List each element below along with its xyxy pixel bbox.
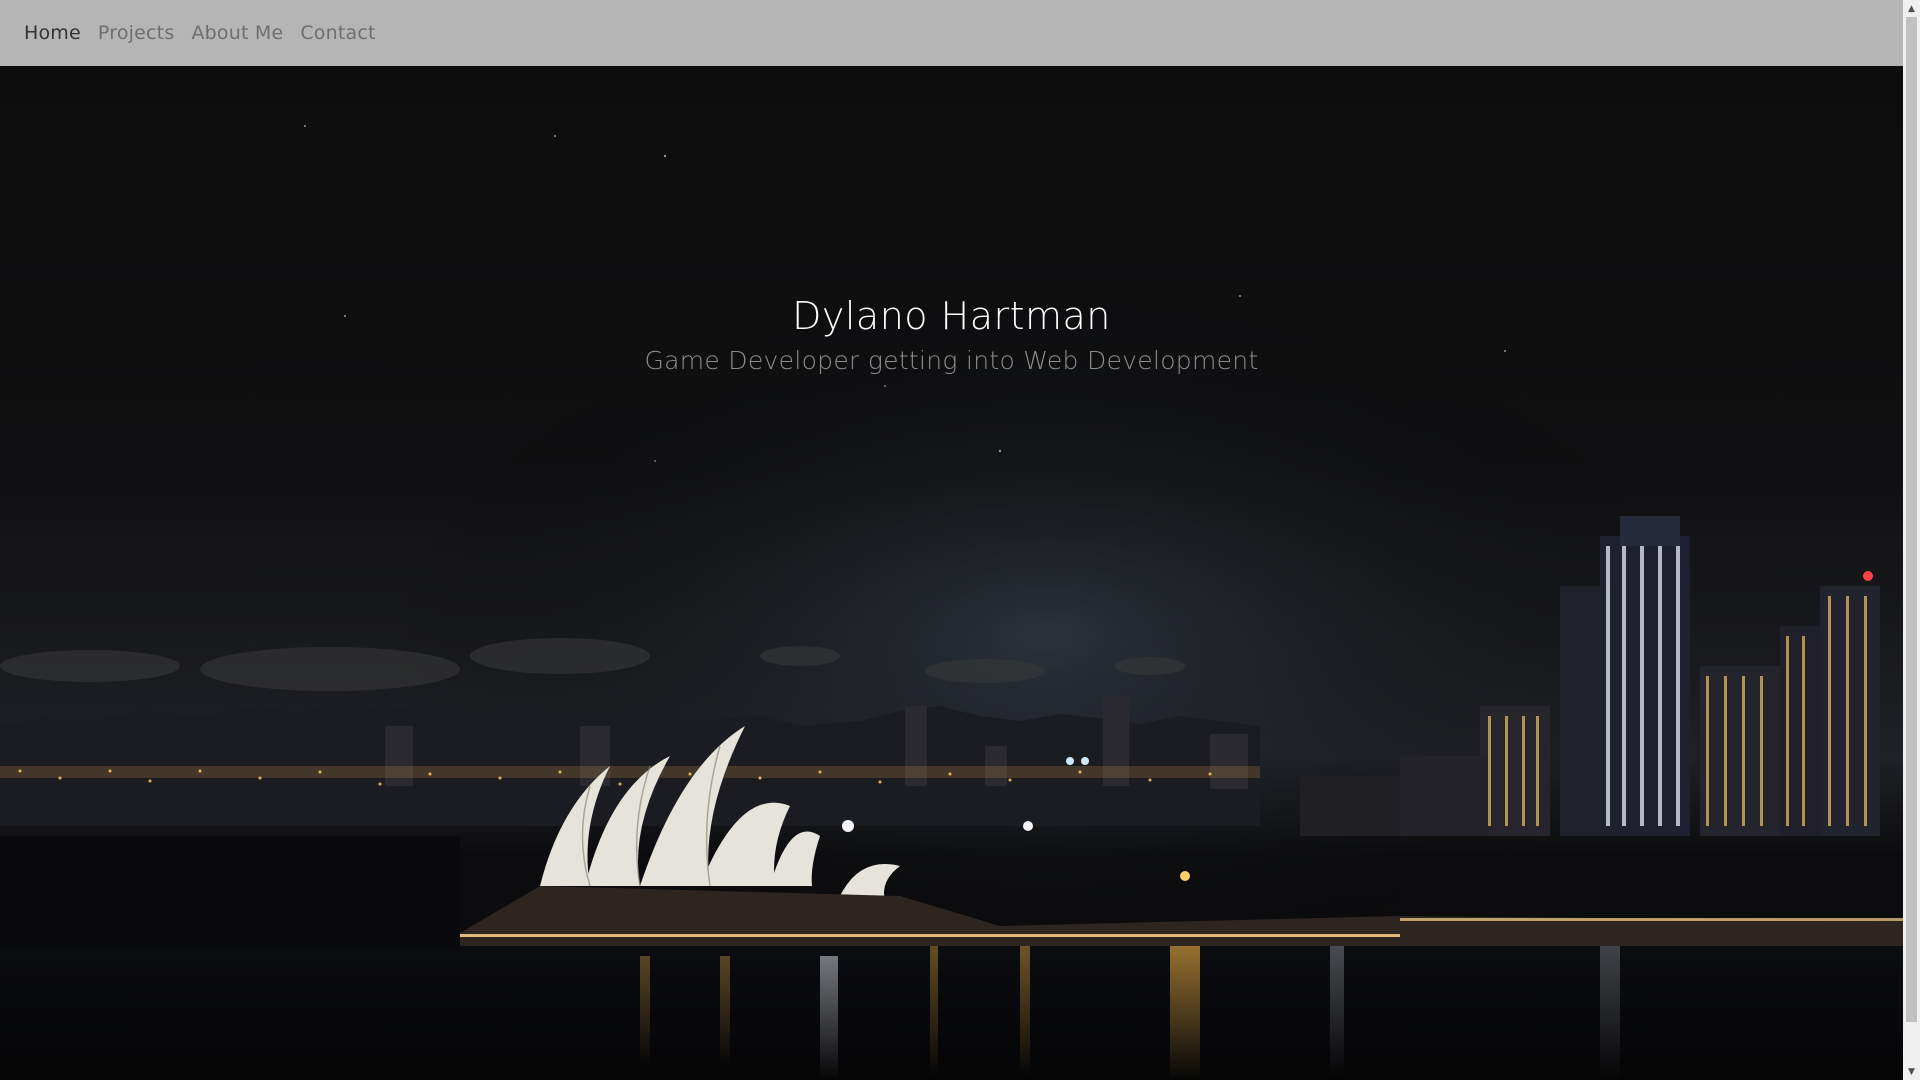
hero-title: Dylano Hartman [792, 294, 1111, 338]
nav-link-about-me[interactable]: About Me [191, 22, 283, 44]
scrollbar-thumb[interactable] [1906, 17, 1917, 1022]
nav-link-home[interactable]: Home [24, 22, 81, 44]
chevron-up-icon[interactable]: ▲ [1903, 0, 1920, 17]
hero-background-image [0, 66, 1903, 1080]
nav-link-projects[interactable]: Projects [98, 22, 175, 44]
hero-subtitle: Game Developer getting into Web Developm… [644, 345, 1259, 375]
page: Home Projects About Me Contact Dylano Ha… [0, 0, 1920, 1080]
nav-link-contact[interactable]: Contact [300, 22, 375, 44]
browser-viewport: Home Projects About Me Contact Dylano Ha… [0, 0, 1903, 1080]
navbar: Home Projects About Me Contact [0, 0, 1903, 66]
hero-text: Dylano Hartman Game Developer getting in… [0, 294, 1903, 375]
vertical-scrollbar[interactable]: ▲ ▼ [1903, 0, 1920, 1080]
hero-section: Dylano Hartman Game Developer getting in… [0, 66, 1903, 1080]
chevron-down-icon[interactable]: ▼ [1903, 1063, 1920, 1080]
